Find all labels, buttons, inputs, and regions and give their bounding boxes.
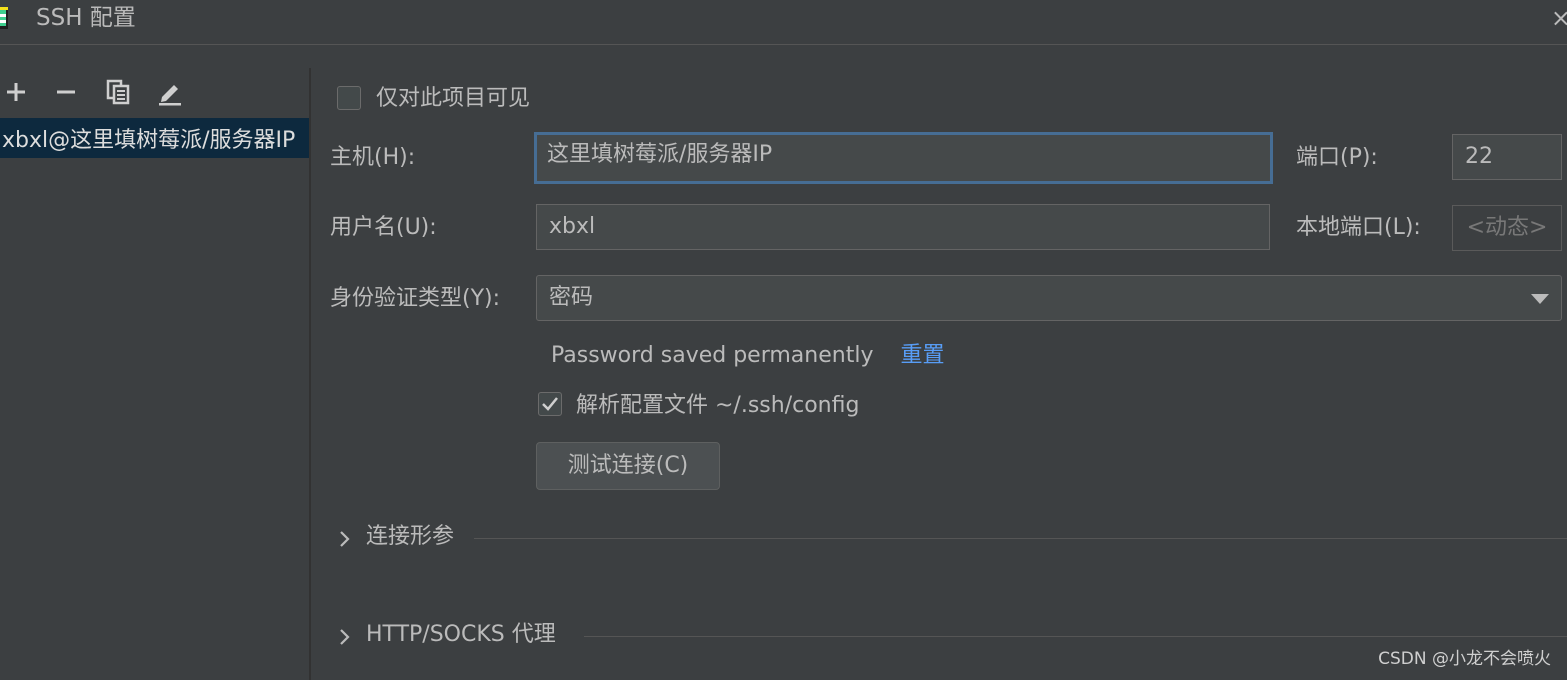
visible-only-project-checkbox[interactable] [337, 86, 361, 110]
port-label: 端口(P): [1296, 145, 1378, 170]
parse-config-label: 解析配置文件 ~/.ssh/config [576, 393, 860, 418]
username-label: 用户名(U): [330, 215, 437, 240]
auth-type-value: 密码 [549, 285, 594, 310]
auth-type-label: 身份验证类型(Y): [330, 286, 501, 311]
section-connection-params[interactable]: 连接形参 [334, 520, 1567, 556]
connections-panel [0, 68, 309, 680]
chevron-down-icon [1531, 294, 1549, 304]
remove-icon[interactable] [50, 76, 82, 108]
chevron-right-icon [340, 629, 350, 645]
section-divider [584, 636, 1567, 637]
local-port-input[interactable]: <动态> [1452, 205, 1562, 251]
password-status: Password saved permanently 重置 [551, 341, 944, 371]
connection-list-item[interactable]: xbxl@这里填树莓派/服务器IP [0, 118, 309, 158]
connection-label: xbxl@这里填树莓派/服务器IP [2, 128, 296, 153]
app-icon [0, 7, 8, 29]
edit-icon[interactable] [154, 76, 186, 108]
username-input[interactable]: xbxl [536, 204, 1270, 250]
window-title: SSH 配置 [36, 5, 136, 31]
local-port-label: 本地端口(L): [1296, 215, 1421, 240]
port-input[interactable]: 22 [1452, 134, 1562, 180]
checkmark-icon [542, 397, 558, 411]
test-connection-button[interactable]: 测试连接(C) [536, 442, 720, 490]
watermark: CSDN @小龙不会喷火 [1378, 649, 1551, 669]
title-bar: SSH 配置 × [0, 0, 1567, 45]
section-title: HTTP/SOCKS 代理 [366, 622, 556, 647]
add-icon[interactable] [0, 76, 32, 108]
host-label: 主机(H): [330, 145, 416, 170]
auth-type-select[interactable]: 密码 [536, 275, 1562, 321]
section-divider [474, 538, 1567, 539]
reset-link[interactable]: 重置 [900, 343, 944, 368]
visible-only-project-label: 仅对此项目可见 [376, 86, 531, 111]
panel-divider[interactable] [309, 68, 311, 680]
chevron-right-icon [340, 531, 350, 547]
host-input[interactable]: 这里填树莓派/服务器IP [534, 132, 1273, 184]
password-status-text: Password saved permanently [551, 343, 874, 368]
close-icon[interactable]: × [1551, 4, 1567, 32]
copy-icon[interactable] [102, 76, 134, 108]
parse-config-checkbox[interactable] [538, 392, 562, 416]
section-title: 连接形参 [366, 524, 455, 549]
